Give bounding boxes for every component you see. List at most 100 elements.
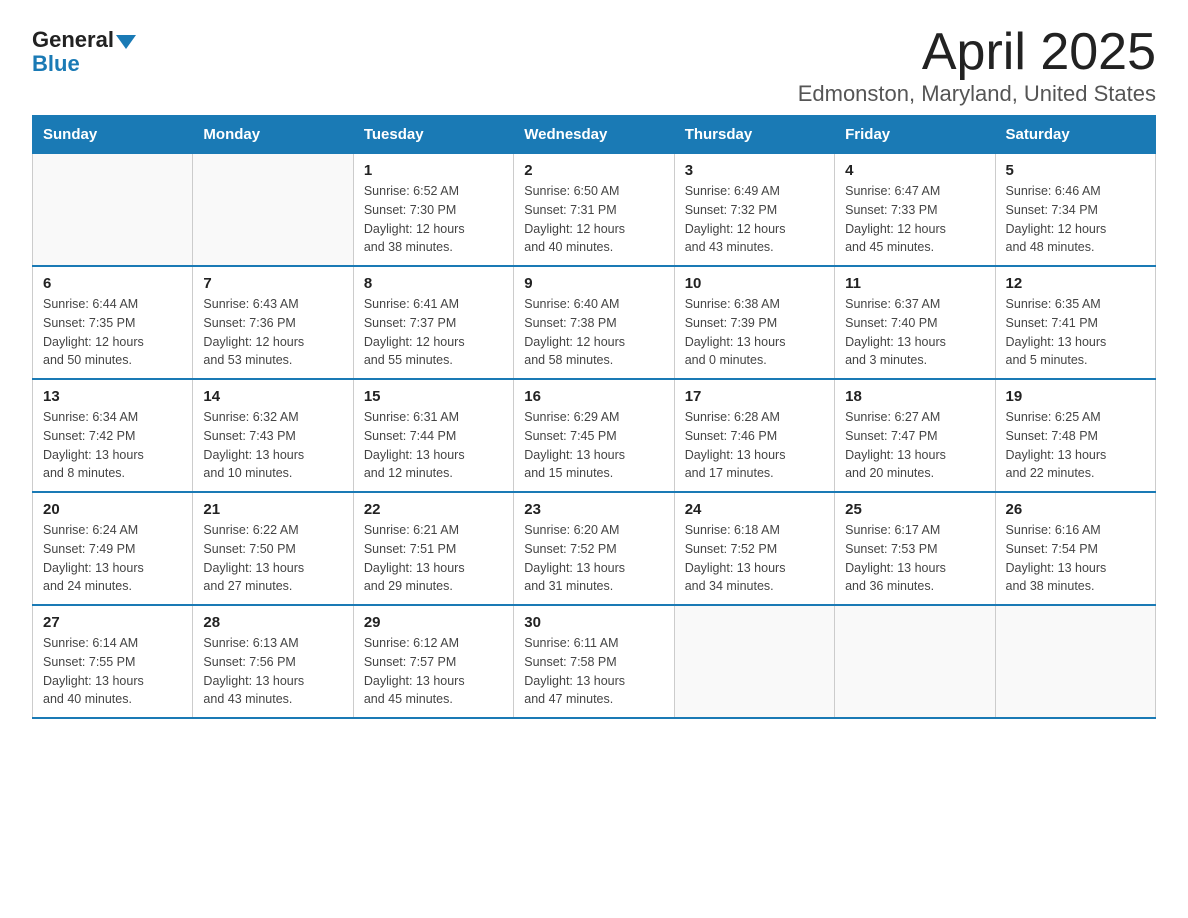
- day-number: 4: [845, 162, 984, 179]
- calendar-cell: [193, 154, 353, 267]
- calendar-cell: 3Sunrise: 6:49 AM Sunset: 7:32 PM Daylig…: [674, 154, 834, 267]
- calendar-cell: 16Sunrise: 6:29 AM Sunset: 7:45 PM Dayli…: [514, 379, 674, 492]
- day-number: 26: [1006, 501, 1145, 518]
- calendar-cell: 28Sunrise: 6:13 AM Sunset: 7:56 PM Dayli…: [193, 605, 353, 718]
- calendar-week-row: 20 Sunrise: 6:24 AM Sunset: 7:49 PM Dayli…: [33, 492, 1156, 605]
- day-number: 3: [685, 162, 824, 179]
- title-block: April 2025 Edmonston, Maryland, United S…: [798, 24, 1156, 107]
- day-number: 23: [524, 501, 663, 518]
- day-number: 9: [524, 275, 663, 292]
- day-number: 1: [364, 162, 503, 179]
- calendar-cell: 12 Sunrise: 6:35 AM Sunset: 7:41 PM Dayli…: [995, 266, 1155, 379]
- day-number: 28: [203, 614, 342, 631]
- calendar-cell: 27 Sunrise: 6:14 AM Sunset: 7:55 PM Dayli…: [33, 605, 193, 718]
- calendar-cell: 11 Sunrise: 6:37 AM Sunset: 7:40 PM Dayli…: [835, 266, 995, 379]
- day-number: 22: [364, 501, 503, 518]
- day-number: 15: [364, 388, 503, 405]
- day-number: 14: [203, 388, 342, 405]
- day-number: 2: [524, 162, 663, 179]
- day-info: Sunrise: 6:24 AM Sunset: 7:49 PM Dayligh…: [43, 521, 182, 596]
- calendar-cell: 9 Sunrise: 6:40 AM Sunset: 7:38 PM Daylig…: [514, 266, 674, 379]
- day-number: 27: [43, 614, 182, 631]
- logo-blue-text: Blue: [32, 52, 80, 76]
- weekday-header-friday: Friday: [835, 116, 995, 154]
- day-number: 6: [43, 275, 182, 292]
- day-info: Sunrise: 6:46 AM Sunset: 7:34 PM Dayligh…: [1006, 182, 1145, 257]
- calendar-cell: 13Sunrise: 6:34 AM Sunset: 7:42 PM Dayli…: [33, 379, 193, 492]
- day-number: 18: [845, 388, 984, 405]
- calendar-cell: 17 Sunrise: 6:28 AM Sunset: 7:46 PM Dayli…: [674, 379, 834, 492]
- day-info: Sunrise: 6:16 AM Sunset: 7:54 PM Dayligh…: [1006, 521, 1145, 596]
- day-info: Sunrise: 6:22 AM Sunset: 7:50 PM Dayligh…: [203, 521, 342, 596]
- calendar-week-row: 6 Sunrise: 6:44 AM Sunset: 7:35 PM Daylig…: [33, 266, 1156, 379]
- calendar-cell: 8 Sunrise: 6:41 AM Sunset: 7:37 PM Daylig…: [353, 266, 513, 379]
- day-info: Sunrise: 6:17 AM Sunset: 7:53 PM Dayligh…: [845, 521, 984, 596]
- weekday-header-monday: Monday: [193, 116, 353, 154]
- page-subtitle: Edmonston, Maryland, United States: [798, 81, 1156, 107]
- day-info: Sunrise: 6:44 AM Sunset: 7:35 PM Dayligh…: [43, 295, 182, 370]
- logo-arrow-icon: [116, 35, 136, 49]
- day-info: Sunrise: 6:28 AM Sunset: 7:46 PM Dayligh…: [685, 408, 824, 483]
- day-number: 16: [524, 388, 663, 405]
- calendar-cell: 20 Sunrise: 6:24 AM Sunset: 7:49 PM Dayli…: [33, 492, 193, 605]
- calendar-cell: 23 Sunrise: 6:20 AM Sunset: 7:52 PM Dayli…: [514, 492, 674, 605]
- day-info: Sunrise: 6:37 AM Sunset: 7:40 PM Dayligh…: [845, 295, 984, 370]
- calendar-cell: 18 Sunrise: 6:27 AM Sunset: 7:47 PM Dayli…: [835, 379, 995, 492]
- calendar-week-row: 27 Sunrise: 6:14 AM Sunset: 7:55 PM Dayli…: [33, 605, 1156, 718]
- day-info: Sunrise: 6:20 AM Sunset: 7:52 PM Dayligh…: [524, 521, 663, 596]
- calendar-cell: 15 Sunrise: 6:31 AM Sunset: 7:44 PM Dayli…: [353, 379, 513, 492]
- calendar-cell: 22 Sunrise: 6:21 AM Sunset: 7:51 PM Dayli…: [353, 492, 513, 605]
- weekday-header-row: SundayMondayTuesdayWednesdayThursdayFrid…: [33, 116, 1156, 154]
- calendar-cell: 2 Sunrise: 6:50 AM Sunset: 7:31 PM Daylig…: [514, 154, 674, 267]
- calendar-cell: 21Sunrise: 6:22 AM Sunset: 7:50 PM Dayli…: [193, 492, 353, 605]
- calendar-cell: [835, 605, 995, 718]
- day-info: Sunrise: 6:11 AM Sunset: 7:58 PM Dayligh…: [524, 634, 663, 709]
- day-info: Sunrise: 6:14 AM Sunset: 7:55 PM Dayligh…: [43, 634, 182, 709]
- day-info: Sunrise: 6:27 AM Sunset: 7:47 PM Dayligh…: [845, 408, 984, 483]
- day-number: 7: [203, 275, 342, 292]
- logo: General Blue: [32, 28, 138, 76]
- calendar-cell: [995, 605, 1155, 718]
- calendar-cell: 25 Sunrise: 6:17 AM Sunset: 7:53 PM Dayli…: [835, 492, 995, 605]
- day-number: 29: [364, 614, 503, 631]
- day-number: 12: [1006, 275, 1145, 292]
- calendar-cell: 7 Sunrise: 6:43 AM Sunset: 7:36 PM Daylig…: [193, 266, 353, 379]
- day-info: Sunrise: 6:40 AM Sunset: 7:38 PM Dayligh…: [524, 295, 663, 370]
- weekday-header-wednesday: Wednesday: [514, 116, 674, 154]
- calendar-cell: 24 Sunrise: 6:18 AM Sunset: 7:52 PM Dayli…: [674, 492, 834, 605]
- logo-general-text: General: [32, 28, 114, 52]
- day-info: Sunrise: 6:21 AM Sunset: 7:51 PM Dayligh…: [364, 521, 503, 596]
- day-number: 20: [43, 501, 182, 518]
- day-number: 11: [845, 275, 984, 292]
- calendar-cell: [33, 154, 193, 267]
- calendar-cell: 29Sunrise: 6:12 AM Sunset: 7:57 PM Dayli…: [353, 605, 513, 718]
- day-number: 25: [845, 501, 984, 518]
- day-info: Sunrise: 6:18 AM Sunset: 7:52 PM Dayligh…: [685, 521, 824, 596]
- day-info: Sunrise: 6:31 AM Sunset: 7:44 PM Dayligh…: [364, 408, 503, 483]
- day-info: Sunrise: 6:52 AM Sunset: 7:30 PM Dayligh…: [364, 182, 503, 257]
- calendar-week-row: 1 Sunrise: 6:52 AM Sunset: 7:30 PM Daylig…: [33, 154, 1156, 267]
- day-number: 24: [685, 501, 824, 518]
- day-info: Sunrise: 6:47 AM Sunset: 7:33 PM Dayligh…: [845, 182, 984, 257]
- calendar-cell: 30 Sunrise: 6:11 AM Sunset: 7:58 PM Dayli…: [514, 605, 674, 718]
- day-number: 8: [364, 275, 503, 292]
- calendar-cell: [674, 605, 834, 718]
- weekday-header-sunday: Sunday: [33, 116, 193, 154]
- day-info: Sunrise: 6:50 AM Sunset: 7:31 PM Dayligh…: [524, 182, 663, 257]
- calendar-cell: 10 Sunrise: 6:38 AM Sunset: 7:39 PM Dayli…: [674, 266, 834, 379]
- calendar-cell: 5 Sunrise: 6:46 AM Sunset: 7:34 PM Daylig…: [995, 154, 1155, 267]
- day-info: Sunrise: 6:43 AM Sunset: 7:36 PM Dayligh…: [203, 295, 342, 370]
- day-number: 5: [1006, 162, 1145, 179]
- day-info: Sunrise: 6:38 AM Sunset: 7:39 PM Dayligh…: [685, 295, 824, 370]
- day-info: Sunrise: 6:32 AM Sunset: 7:43 PM Dayligh…: [203, 408, 342, 483]
- day-info: Sunrise: 6:35 AM Sunset: 7:41 PM Dayligh…: [1006, 295, 1145, 370]
- calendar-cell: 26 Sunrise: 6:16 AM Sunset: 7:54 PM Dayli…: [995, 492, 1155, 605]
- day-number: 30: [524, 614, 663, 631]
- page-title: April 2025: [798, 24, 1156, 81]
- day-number: 17: [685, 388, 824, 405]
- calendar-cell: 19Sunrise: 6:25 AM Sunset: 7:48 PM Dayli…: [995, 379, 1155, 492]
- day-number: 10: [685, 275, 824, 292]
- day-info: Sunrise: 6:41 AM Sunset: 7:37 PM Dayligh…: [364, 295, 503, 370]
- weekday-header-tuesday: Tuesday: [353, 116, 513, 154]
- day-number: 19: [1006, 388, 1145, 405]
